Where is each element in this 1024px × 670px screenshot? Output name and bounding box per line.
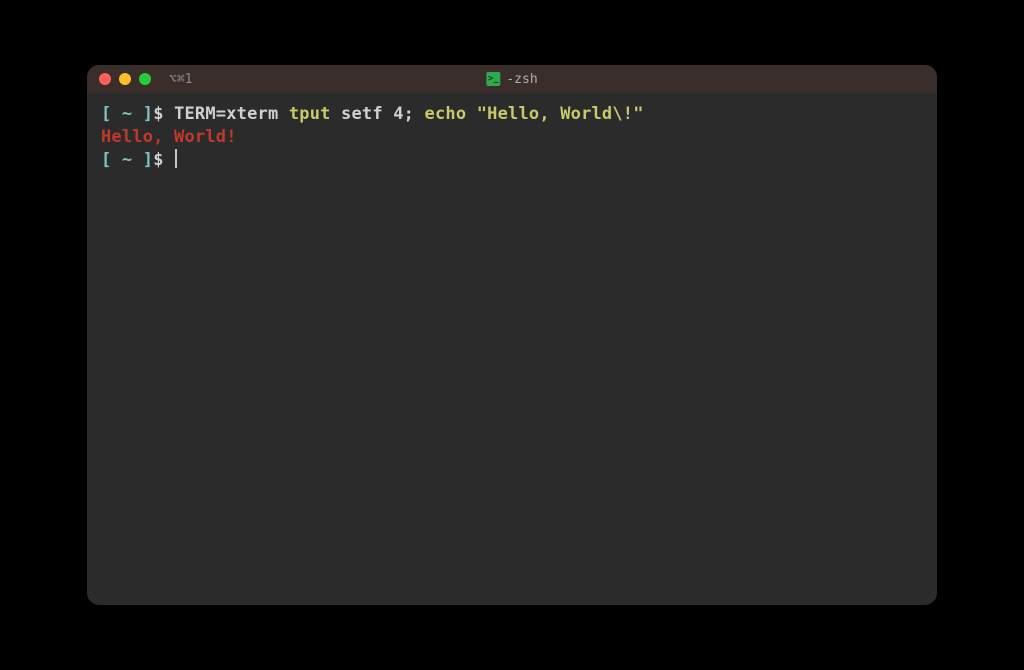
minimize-button[interactable] [119,73,131,85]
window-title: >_ -zsh [486,72,537,87]
line-3: [ ~ ]$ [101,150,177,170]
prompt-bracket-close: ] [143,104,153,124]
semicolon: ; [404,104,414,124]
prompt-bracket-open: [ [101,150,111,170]
titlebar: ⌥⌘1 >_ -zsh [87,65,937,93]
tab-shortcut-label: ⌥⌘1 [169,72,192,87]
terminal-body[interactable]: [ ~ ]$ TERM=xterm tput setf 4; echo "Hel… [87,93,937,605]
maximize-button[interactable] [139,73,151,85]
env-assign: TERM=xterm [174,104,278,124]
string-arg: "Hello, World\!" [477,104,644,124]
close-button[interactable] [99,73,111,85]
cursor-icon [175,149,177,168]
prompt-dollar: $ [153,150,163,170]
prompt-cwd: ~ [122,150,132,170]
terminal-icon: >_ [486,72,500,86]
process-name: -zsh [506,72,537,87]
prompt-bracket-close: ] [143,150,153,170]
prompt-dollar: $ [153,104,163,124]
prompt-bracket-open: [ [101,104,111,124]
terminal-window: ⌥⌘1 >_ -zsh [ ~ ]$ TERM=xterm tput setf … [87,65,937,605]
command-tput: tput [289,104,331,124]
prompt-cwd: ~ [122,104,132,124]
traffic-lights [99,73,151,85]
command-echo: echo [425,104,467,124]
line-1: [ ~ ]$ TERM=xterm tput setf 4; echo "Hel… [101,104,644,124]
arg-setf: setf 4 [341,104,404,124]
line-2-output: Hello, World! [101,127,237,147]
